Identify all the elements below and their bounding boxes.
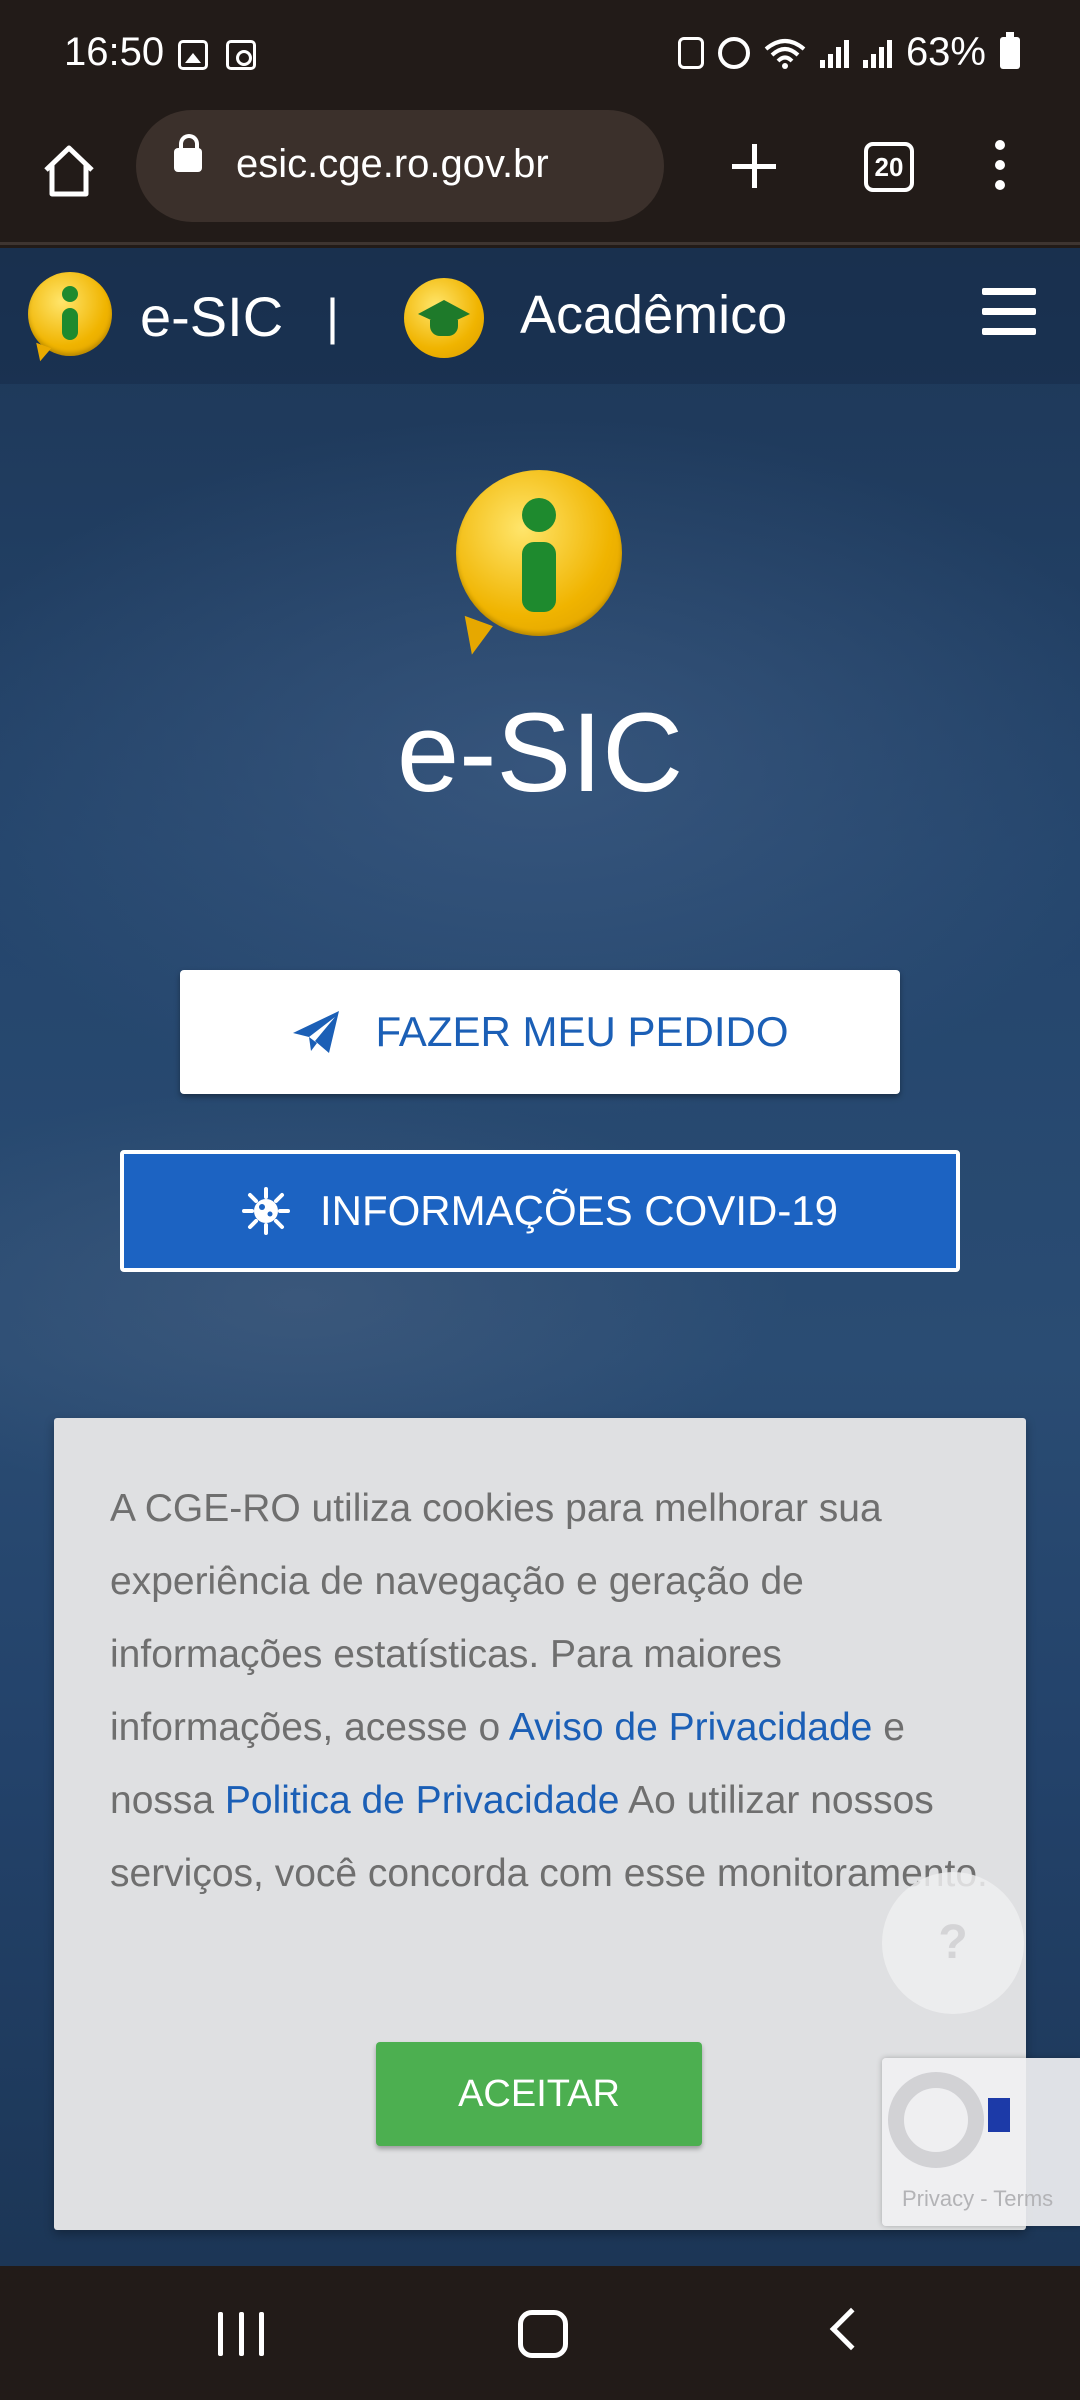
covid-info-button[interactable]: INFORMAÇÕES COVID-19: [120, 1150, 960, 1272]
back-icon[interactable]: [829, 2307, 873, 2351]
politica-privacidade-link[interactable]: Politica de Privacidade: [225, 1779, 620, 1822]
hero-info-logo-icon: [456, 470, 622, 636]
aviso-privacidade-link[interactable]: Aviso de Privacidade: [509, 1706, 873, 1749]
info-logo-icon[interactable]: [28, 272, 112, 356]
system-nav-bar: [0, 2266, 1080, 2400]
brand-suffix: SIC: [189, 285, 284, 348]
lock-app-icon: [677, 36, 704, 69]
web-page: e-SIC | Acadêmico e-SIC FAZER MEU PEDIDO: [0, 248, 1080, 2266]
signal-icon: [819, 38, 849, 68]
home-icon[interactable]: [38, 140, 100, 202]
more-vert-icon[interactable]: [992, 140, 1008, 196]
header-brand[interactable]: e-SIC: [140, 284, 283, 349]
tabs-button[interactable]: 20: [864, 142, 914, 192]
cookie-consent-banner: A CGE-RO utiliza cookies para melhorar s…: [54, 1418, 1026, 2230]
paper-plane-icon: [293, 1011, 340, 1053]
covid-info-label: INFORMAÇÕES COVID-19: [319, 1187, 839, 1234]
battery-icon: [1000, 31, 1020, 69]
recaptcha-icon: [888, 2072, 1010, 2168]
recents-icon[interactable]: [218, 2312, 264, 2356]
hero-title-suffix: SIC: [496, 690, 684, 815]
fazer-pedido-button[interactable]: FAZER MEU PEDIDO: [180, 970, 900, 1094]
clock-app-icon: [226, 40, 256, 70]
wifi-icon: [764, 38, 806, 69]
status-notification-icons: [178, 40, 256, 70]
status-system-icons: 63%: [677, 30, 1020, 75]
hero-title-prefix: e-: [396, 690, 497, 815]
brand-prefix: e-: [140, 285, 190, 348]
signal-icon-2: [862, 38, 892, 68]
graduation-cap-icon[interactable]: [404, 278, 484, 358]
hero-title: e-SIC: [0, 688, 1080, 817]
accept-cookies-button[interactable]: ACEITAR: [376, 2042, 702, 2146]
header-separator: |: [326, 289, 339, 345]
gallery-icon: [178, 40, 208, 70]
url-text[interactable]: esic.cge.ro.gov.br: [236, 142, 549, 187]
browser-toolbar: esic.cge.ro.gov.br 20: [0, 110, 1080, 245]
recaptcha-badge[interactable]: Privacy - Terms: [882, 2058, 1080, 2226]
virus-icon: [241, 1187, 290, 1235]
hamburger-menu-icon[interactable]: [982, 288, 1036, 336]
new-tab-button[interactable]: [726, 138, 782, 194]
home-nav-icon[interactable]: [518, 2310, 568, 2358]
cookie-text: A CGE-RO utiliza cookies para melhorar s…: [110, 1472, 990, 1910]
status-bar: 16:50 63%: [0, 0, 1080, 110]
fazer-pedido-label: FAZER MEU PEDIDO: [375, 1008, 789, 1055]
site-header: e-SIC | Acadêmico: [0, 248, 1080, 384]
address-bar[interactable]: esic.cge.ro.gov.br: [136, 110, 664, 222]
help-icon[interactable]: ?: [882, 1872, 1024, 2014]
lock-icon: [174, 134, 202, 172]
status-time: 16:50: [64, 30, 165, 74]
battery-percent: 63%: [905, 30, 986, 74]
alarm-icon: [717, 36, 750, 69]
recaptcha-links[interactable]: Privacy - Terms: [902, 2186, 1053, 2212]
academic-link[interactable]: Acadêmico: [520, 284, 787, 346]
